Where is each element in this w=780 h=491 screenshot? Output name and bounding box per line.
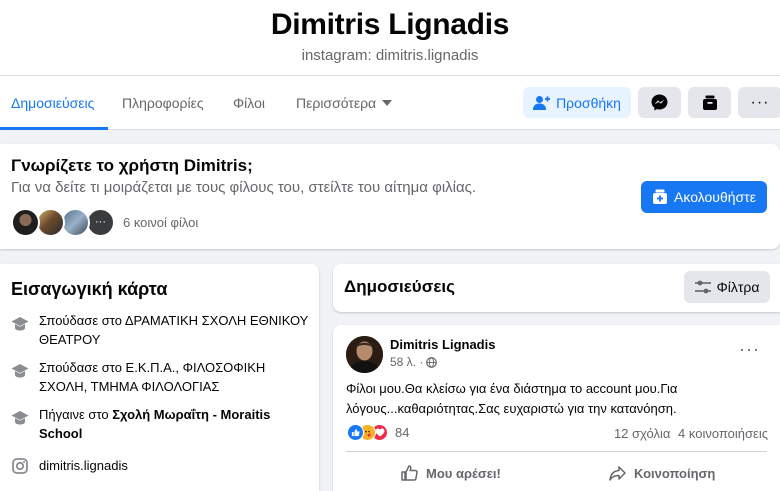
instagram-link[interactable]: dimitris.lignadis (39, 456, 309, 475)
profile-header: Dimitris Lignadis instagram: dimitris.li… (0, 0, 780, 130)
share-arrow-icon (609, 465, 626, 481)
shares-count[interactable]: 4 κοινοποιήσεις (678, 426, 768, 441)
post-divider (346, 451, 767, 452)
post-stats: 12 σχόλια 4 κοινοποιήσεις (610, 426, 768, 441)
messenger-icon (651, 94, 668, 111)
reactions-summary[interactable]: 84 (347, 424, 409, 441)
school-item: Πήγαινε στο Σχολή Μωραΐτη - Moraitis Sch… (11, 405, 311, 443)
know-title: Γνωρίζετε το χρήστη Dimitris; (11, 156, 253, 175)
intro-title: Εισαγωγική κάρτα (11, 279, 168, 299)
profile-name: Dimitris Lignadis (270, 8, 510, 41)
know-description: Για να δείτε τι μοιράζεται με τους φίλου… (11, 179, 477, 196)
like-reaction-icon (347, 424, 364, 441)
add-friend-icon (533, 95, 551, 110)
mutual-friends-count[interactable]: 6 κοινοί φίλοι (123, 215, 198, 230)
school-prefix: Πήγαινε στο (39, 407, 113, 422)
active-tab-indicator (0, 127, 108, 130)
add-friend-button[interactable]: Προσθήκη (523, 87, 631, 118)
mutual-friend-avatar[interactable] (61, 207, 90, 237)
tab-posts[interactable]: Δημοσιεύσεις (11, 76, 94, 130)
posts-header-card: Δημοσιεύσεις Φίλτρα (333, 264, 780, 312)
post-timestamp[interactable]: 58 λ. · (390, 355, 423, 369)
education-item: Σπούδασε στο Ε.Κ.Π.Α., ΦΙΛΟΣΟΦΙΚΗ ΣΧΟΛΗ,… (11, 358, 311, 396)
tab-more[interactable]: Περισσότερα (296, 76, 393, 130)
post-author-name[interactable]: Dimitris Lignadis (390, 337, 495, 352)
messenger-button[interactable] (638, 87, 681, 118)
tab-about[interactable]: Πληροφορίες (122, 76, 204, 130)
tab-friends[interactable]: Φίλοι (233, 76, 265, 130)
globe-icon (426, 356, 438, 368)
education-prefix: Σπούδασε στο (39, 313, 125, 328)
add-friend-label: Προσθήκη (556, 94, 621, 111)
like-button[interactable]: Μου αρέσει! (401, 458, 501, 488)
profile-subtitle: instagram: dimitris.lignadis (301, 47, 479, 64)
more-dots-icon: ··· (95, 215, 106, 228)
graduation-cap-icon (11, 411, 29, 425)
thumbs-up-icon (401, 465, 418, 481)
post-options-icon[interactable]: ··· (739, 339, 760, 360)
instagram-icon (12, 458, 28, 474)
like-label: Μου αρέσει! (426, 465, 501, 481)
author-photo (346, 336, 383, 373)
follow-label: Ακολουθήστε (674, 189, 756, 205)
caret-down-icon (382, 100, 393, 106)
follow-icon (653, 189, 668, 204)
more-dots-icon: ··· (750, 93, 770, 111)
more-options-button[interactable]: ··· (738, 87, 780, 118)
education-item: Σπούδασε στο ΔΡΑΜΑΤΙΚΗ ΣΧΟΛΗ ΕΘΝΙΚΟΥ ΘΕΑ… (11, 311, 311, 349)
follow-button[interactable]: Ακολουθήστε (641, 181, 767, 213)
graduation-cap-icon (11, 364, 29, 378)
post-author-avatar[interactable] (346, 336, 383, 373)
reaction-count: 84 (395, 425, 410, 440)
education-prefix: Σπούδασε στο (39, 360, 126, 375)
share-button[interactable]: Κοινοποίηση (609, 458, 715, 488)
mutual-friend-avatar[interactable] (11, 207, 40, 237)
more-friends-avatar[interactable]: ··· (86, 207, 115, 237)
comments-count[interactable]: 12 σχόλια (614, 426, 670, 441)
tab-more-label: Περισσότερα (296, 95, 377, 111)
share-label: Κοινοποίηση (634, 465, 716, 481)
sliders-icon (694, 280, 711, 294)
follow-box-button[interactable] (688, 87, 731, 118)
know-user-card: Γνωρίζετε το χρήστη Dimitris; Για να δεί… (0, 144, 780, 249)
post-card: Dimitris Lignadis 58 λ. · ··· Φίλοι μου.… (333, 325, 780, 491)
posts-title: Δημοσιεύσεις (344, 277, 455, 296)
post-text: Φίλοι μου.Θα κλείσω για ένα διάστημα το … (346, 381, 678, 416)
intro-card: Εισαγωγική κάρτα Σπούδασε στο ΔΡΑΜΑΤΙΚΗ … (0, 264, 319, 491)
graduation-cap-icon (11, 317, 29, 331)
instagram-item: dimitris.lignadis (11, 456, 311, 475)
post-meta: 58 λ. · (390, 355, 438, 369)
filters-button[interactable]: Φίλτρα (684, 271, 770, 303)
filters-label: Φίλτρα (716, 279, 760, 295)
mutual-friend-avatar[interactable] (36, 207, 65, 237)
mutual-friends-row[interactable]: ··· 6 κοινοί φίλοι (11, 207, 198, 237)
box-icon (702, 95, 717, 110)
